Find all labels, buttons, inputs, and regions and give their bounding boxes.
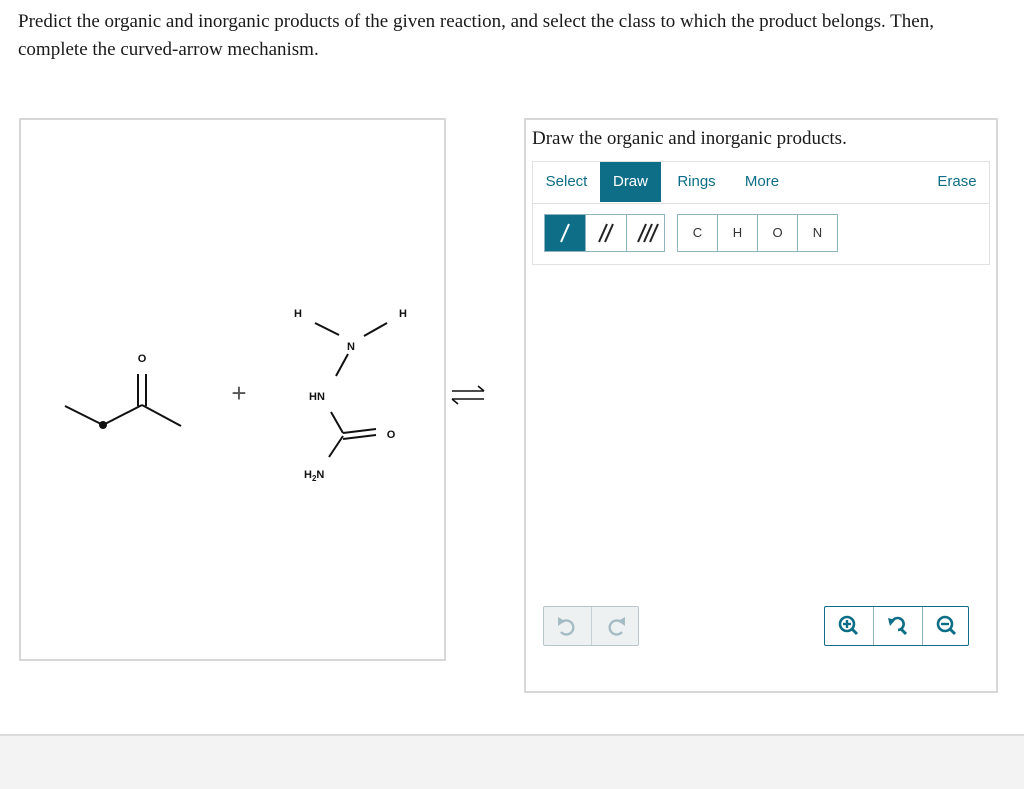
tab-more[interactable]: More <box>735 162 789 202</box>
ketone-oxygen-label: O <box>138 353 147 365</box>
zoom-in-button[interactable] <box>825 607 874 645</box>
drawing-editor-panel: Draw the organic and inorganic products.… <box>524 118 998 693</box>
redo-icon <box>608 617 625 636</box>
bond-n-nh <box>335 353 349 377</box>
reaction-panel: O + H H N HN O H2N <box>19 118 446 661</box>
atom-nitrogen-button[interactable]: N <box>798 215 837 251</box>
bond-c-nh2 <box>328 435 344 458</box>
tab-draw[interactable]: Draw <box>600 162 661 202</box>
zoom-controls <box>824 606 969 646</box>
zoom-reset-button[interactable] <box>874 607 923 645</box>
undo-button[interactable] <box>544 607 592 645</box>
zoom-out-icon <box>936 615 957 636</box>
drawing-canvas[interactable] <box>532 270 990 596</box>
history-controls <box>543 606 639 646</box>
hn-label: HN <box>309 391 325 403</box>
bond-co-double-b <box>342 434 377 440</box>
editor-toolbar: Select Draw Rings More Erase C H O N <box>532 161 990 265</box>
double-bond-icon <box>598 223 614 243</box>
triple-bond-button[interactable] <box>627 215 667 251</box>
triple-bond-icon <box>637 223 659 243</box>
zoom-out-button[interactable] <box>923 607 971 645</box>
erase-button[interactable]: Erase <box>929 162 985 202</box>
tab-select[interactable]: Select <box>533 162 600 202</box>
bond-n-h-right <box>363 322 388 337</box>
tab-rings[interactable]: Rings <box>669 162 724 202</box>
nitrogen-label: N <box>347 341 355 353</box>
bond-co-double-a <box>342 428 377 434</box>
zoom-in-icon <box>838 615 859 636</box>
footer-bar <box>0 734 1024 789</box>
bond-nh-c <box>330 411 344 434</box>
bond-ch3-ch2 <box>64 405 104 426</box>
equilibrium-arrow-icon <box>451 385 485 405</box>
zoom-reset-icon <box>888 616 908 636</box>
h2n-label: H2N <box>304 469 324 483</box>
bond-h-n-left <box>314 322 340 336</box>
hydrogen-label-left: H <box>294 308 302 320</box>
single-bond-icon <box>560 223 570 243</box>
single-bond-button[interactable] <box>545 215 586 251</box>
bond-co-ch3 <box>141 404 182 427</box>
reaction-scheme: O + H H N HN O H2N <box>64 308 407 483</box>
toolbar-tabs: Select Draw Rings More Erase <box>533 162 989 204</box>
atom-carbon-button[interactable]: C <box>678 215 718 251</box>
hydrogen-label-right: H <box>399 308 407 320</box>
bond-selector <box>544 214 665 252</box>
butanone-molecule <box>64 374 182 427</box>
bond-ch2-co <box>102 404 143 426</box>
atom-hydrogen-button[interactable]: H <box>718 215 758 251</box>
atom-selector: C H O N <box>677 214 838 252</box>
editor-instructions: Draw the organic and inorganic products. <box>532 128 847 149</box>
lone-pair-dot <box>99 421 107 429</box>
atom-oxygen-button[interactable]: O <box>758 215 798 251</box>
redo-button[interactable] <box>592 607 639 645</box>
plus-sign: + <box>231 378 246 408</box>
carbonyl-oxygen-label: O <box>387 429 396 441</box>
undo-icon <box>558 617 575 636</box>
double-bond-button[interactable] <box>586 215 627 251</box>
question-prompt: Predict the organic and inorganic produc… <box>18 11 934 60</box>
